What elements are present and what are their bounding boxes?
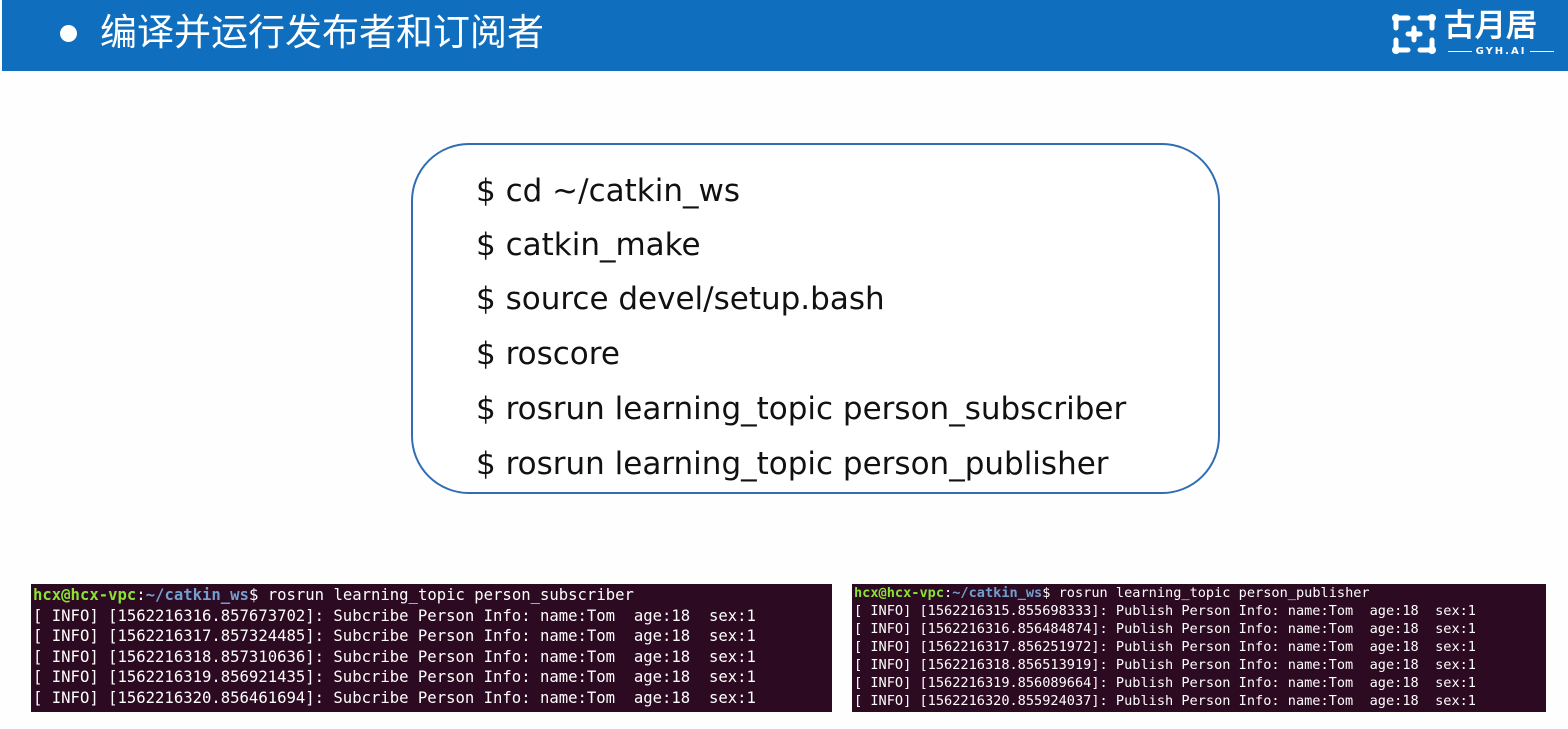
terminal-output-line: [ INFO] [1562216316.857673702]: Subcribe… — [33, 607, 756, 625]
terminal-output-line: [ INFO] [1562216319.856921435]: Subcribe… — [33, 668, 756, 686]
prompt-command: $ rosrun learning_topic person_subscribe… — [248, 586, 634, 604]
terminal-output-line: [ INFO] [1562216319.856089664]: Publish … — [854, 675, 1476, 691]
bullet-dot-icon — [60, 25, 77, 42]
brand-logo: 古月居 GYH.AI — [1388, 6, 1560, 62]
prompt-user: hcx@hcx-vpc — [854, 585, 945, 601]
terminal-output-line: [ INFO] [1562216315.855698333]: Publish … — [854, 603, 1476, 619]
brand-tagline: GYH.AI — [1444, 44, 1558, 58]
terminal-output-line: [ INFO] [1562216320.855924037]: Publish … — [854, 693, 1476, 709]
terminal-output-line: [ INFO] [1562216316.856484874]: Publish … — [854, 621, 1476, 637]
command-line: $ source devel/setup.bash — [476, 281, 885, 317]
command-list-box: $ cd ~/catkin_ws $ catkin_make $ source … — [411, 143, 1220, 494]
terminal-prompt: hcx@hcx-vpc:~/catkin_ws$ rosrun learning… — [33, 585, 634, 605]
terminal-output-line: [ INFO] [1562216320.856461694]: Subcribe… — [33, 689, 756, 707]
command-line: $ cd ~/catkin_ws — [476, 173, 740, 209]
prompt-user: hcx@hcx-vpc — [33, 586, 137, 604]
slide-header: 编译并运行发布者和订阅者 古月居 GYH.AI — [2, 0, 1568, 71]
gyh-logo-icon — [1392, 14, 1436, 54]
slide-title: 编译并运行发布者和订阅者 — [100, 11, 544, 54]
command-line: $ roscore — [476, 336, 620, 372]
prompt-separator: : — [136, 586, 146, 604]
terminal-output-line: [ INFO] [1562216318.856513919]: Publish … — [854, 657, 1476, 673]
terminal-output-line: [ INFO] [1562216318.857310636]: Subcribe… — [33, 648, 756, 666]
command-line: $ rosrun learning_topic person_publisher — [476, 446, 1109, 482]
terminal-output-line: [ INFO] [1562216317.857324485]: Subcribe… — [33, 627, 756, 645]
prompt-path: ~/catkin_ws — [145, 586, 249, 604]
terminal-output-line: [ INFO] [1562216317.856251972]: Publish … — [854, 639, 1476, 655]
brand-name: 古月居 — [1444, 8, 1537, 44]
publisher-terminal[interactable]: hcx@hcx-vpc:~/catkin_ws$ rosrun learning… — [852, 584, 1546, 712]
subscriber-terminal[interactable]: hcx@hcx-vpc:~/catkin_ws$ rosrun learning… — [31, 584, 832, 712]
prompt-command: $ rosrun learning_topic person_publisher — [1042, 585, 1370, 601]
command-line: $ catkin_make — [476, 227, 701, 263]
terminal-prompt: hcx@hcx-vpc:~/catkin_ws$ rosrun learning… — [854, 584, 1370, 602]
prompt-separator: : — [944, 585, 953, 601]
prompt-path: ~/catkin_ws — [952, 585, 1043, 601]
command-line: $ rosrun learning_topic person_subscribe… — [476, 391, 1127, 427]
